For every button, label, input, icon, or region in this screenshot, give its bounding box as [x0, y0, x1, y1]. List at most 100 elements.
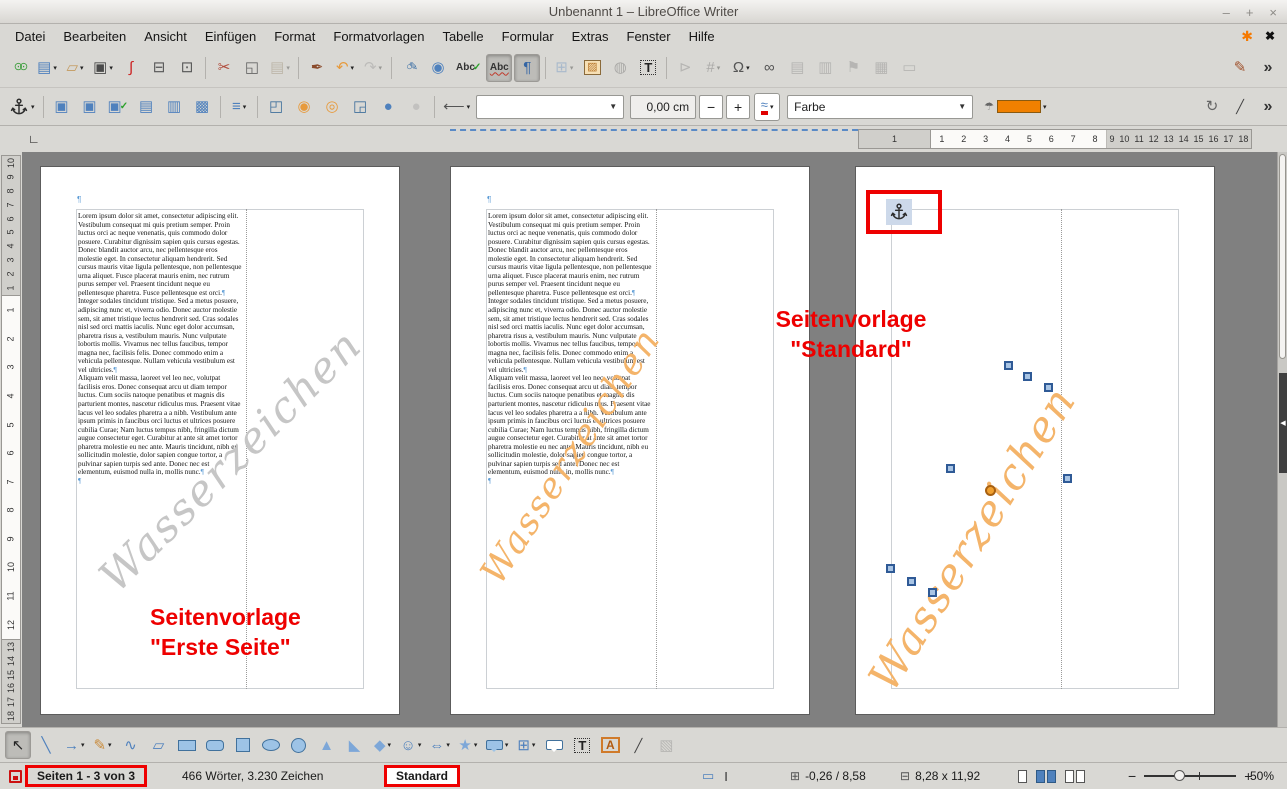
fontwork-icon[interactable]: A — [597, 731, 623, 759]
find-replace-icon[interactable]: ○✎ — [397, 54, 423, 82]
selection-handle[interactable] — [1023, 372, 1032, 381]
print-preview-icon[interactable]: ⊡ — [174, 54, 200, 82]
dropdown-arrow-icon[interactable]: ▾ — [31, 103, 35, 111]
rectangle-icon[interactable] — [174, 731, 200, 759]
rotation-center-handle[interactable] — [985, 485, 996, 496]
menu-hilfe[interactable]: Hilfe — [680, 26, 724, 47]
menu-datei[interactable]: Datei — [6, 26, 54, 47]
dropdown-arrow-icon[interactable]: ▾ — [746, 64, 750, 72]
insert-comment-icon[interactable]: ▭ — [896, 54, 922, 82]
vertical-ruler[interactable]: 10987654321 123456789101112 131415161718 — [0, 152, 22, 727]
wrap-on-icon[interactable]: ▣ — [77, 93, 103, 121]
menu-formular[interactable]: Formular — [493, 26, 563, 47]
special-character-icon[interactable]: Ω ▾ — [728, 54, 754, 82]
formatting-marks-icon[interactable]: ¶ — [514, 54, 540, 82]
menu-fenster[interactable]: Fenster — [618, 26, 680, 47]
insert-bookmark-icon[interactable]: ⚑ — [840, 54, 866, 82]
menu-formatvorlagen[interactable]: Formatvorlagen — [324, 26, 433, 47]
horizontal-ruler[interactable]: 1 12345678 9101112131415161718 — [858, 129, 1252, 149]
save-icon[interactable]: ▣ ▾ — [90, 54, 116, 82]
zoom-slider-thumb[interactable] — [1174, 770, 1185, 781]
insert-page-number-icon[interactable]: # ▾ — [700, 54, 726, 82]
insert-textbox-icon[interactable]: T — [569, 731, 595, 759]
callouts-icon[interactable]: ▾ — [483, 731, 512, 759]
dropdown-arrow-icon[interactable]: ▾ — [286, 64, 290, 72]
selection-handle[interactable] — [1063, 474, 1072, 483]
right-triangle-icon[interactable]: ◣ — [342, 731, 368, 759]
anchor-icon[interactable] — [886, 199, 912, 225]
line-width-decrease-button[interactable]: − — [699, 95, 723, 119]
fill-color-icon[interactable]: ☂ ▾ — [981, 93, 1049, 121]
arrow-style-icon[interactable]: ⟵ ▾ — [440, 93, 473, 121]
menu-bearbeiten[interactable]: Bearbeiten — [54, 26, 135, 47]
word-count[interactable]: 466 Wörter, 3.230 Zeichen — [182, 769, 323, 783]
cursor-position[interactable]: -0,26 / 8,58 — [805, 769, 866, 783]
rotate-icon[interactable]: ↻ — [1199, 93, 1225, 121]
points-icon[interactable]: ╱ — [625, 731, 651, 759]
new-document-icon[interactable]: ▤ ▾ — [34, 54, 60, 82]
triangle-icon[interactable]: ▲ — [314, 731, 340, 759]
to-background-icon[interactable]: ● — [403, 93, 429, 121]
zoom-level[interactable]: 50% — [1250, 769, 1274, 783]
line-width-increase-button[interactable]: + — [726, 95, 750, 119]
curve-icon[interactable]: ∿ — [118, 731, 144, 759]
square-icon[interactable] — [230, 731, 256, 759]
dropdown-arrow-icon[interactable]: ▾ — [109, 64, 113, 72]
document-canvas[interactable]: ¶ Wasserzeichen Lorem ipsum dolor sit am… — [22, 152, 1277, 727]
page-info[interactable]: Seiten 1 - 3 von 3 — [25, 765, 147, 787]
spelling-icon[interactable]: Abc — [453, 54, 484, 82]
undo-icon[interactable]: ↶ ▾ — [332, 54, 358, 82]
insert-chart-icon[interactable]: ◍ — [607, 54, 633, 82]
symbol-shapes-icon[interactable]: ☺ ▾ — [398, 731, 425, 759]
rounded-rectangle-icon[interactable] — [202, 731, 228, 759]
selection-handle[interactable] — [907, 577, 916, 586]
dropdown-arrow-icon[interactable]: ▾ — [505, 741, 509, 749]
bring-to-front-icon[interactable]: ◰ — [263, 93, 289, 121]
dropdown-arrow-icon[interactable]: ▼ — [601, 102, 617, 111]
ellipse-icon[interactable] — [258, 731, 284, 759]
page-2[interactable]: ¶ Wasserzeichen Lorem ipsum dolor sit am… — [450, 166, 810, 715]
edit-points-icon[interactable]: ╱ — [1227, 93, 1253, 121]
to-foreground-icon[interactable]: ● — [375, 93, 401, 121]
line-icon[interactable]: ╲ — [33, 731, 59, 759]
dropdown-arrow-icon[interactable]: ▾ — [1043, 103, 1047, 111]
track-changes-icon[interactable]: ✎ — [1227, 54, 1253, 82]
dropdown-arrow-icon[interactable]: ▾ — [474, 741, 478, 749]
selection-handle[interactable] — [928, 588, 937, 597]
select-icon[interactable]: ↖ — [5, 731, 31, 759]
dropdown-arrow-icon[interactable]: ▾ — [243, 103, 247, 111]
area-style-select[interactable]: Farbe ▼ — [787, 95, 973, 119]
line-width-input[interactable]: 0,00 cm — [630, 95, 696, 119]
insert-cross-reference-icon[interactable]: ▦ — [868, 54, 894, 82]
wrap-left-icon[interactable]: ▤ — [133, 93, 159, 121]
zoom-slider[interactable] — [1144, 775, 1236, 777]
auto-spellcheck-icon[interactable]: Abc — [486, 54, 512, 82]
text-cursor-icon[interactable]: I — [724, 769, 728, 784]
show-draw-functions-icon[interactable]: ⊳ — [672, 54, 698, 82]
clone-formatting-icon[interactable]: ✒ — [304, 54, 330, 82]
cut-icon[interactable]: ✂ — [211, 54, 237, 82]
selection-mode-icon[interactable]: ▭ — [702, 768, 714, 784]
close-button[interactable]: × — [1269, 5, 1277, 20]
dropdown-arrow-icon[interactable]: ▾ — [379, 64, 383, 72]
maximize-button[interactable]: + — [1246, 5, 1254, 20]
insert-footnote-icon[interactable]: ▤ — [784, 54, 810, 82]
unsaved-changes-icon[interactable] — [9, 770, 22, 783]
dropdown-arrow-icon[interactable]: ▼ — [950, 102, 966, 111]
line-style-select[interactable]: ▼ — [476, 95, 624, 119]
forward-one-icon[interactable]: ◉ — [291, 93, 317, 121]
callout-icon[interactable] — [541, 731, 567, 759]
binoculars-icon[interactable]: ⊙⊙ — [6, 54, 32, 82]
dropdown-arrow-icon[interactable]: ▾ — [53, 64, 57, 72]
menu-einfügen[interactable]: Einfügen — [196, 26, 265, 47]
paste-icon[interactable]: ▤ ▾ — [267, 54, 293, 82]
menu-tabelle[interactable]: Tabelle — [433, 26, 492, 47]
navigator-icon[interactable]: ◉ — [425, 54, 451, 82]
align-objects-icon[interactable]: ≡ ▾ — [226, 93, 252, 121]
line-color-icon[interactable]: ≈ ▾ — [754, 93, 780, 121]
freeform-line-icon[interactable]: ✎ ▾ — [90, 731, 116, 759]
dropdown-arrow-icon[interactable]: ▾ — [81, 741, 85, 749]
sidebar-show-handle[interactable]: ◀ — [1279, 373, 1287, 473]
insert-textbox-icon[interactable]: T — [635, 54, 661, 82]
scrollbar-thumb[interactable] — [1279, 154, 1286, 359]
